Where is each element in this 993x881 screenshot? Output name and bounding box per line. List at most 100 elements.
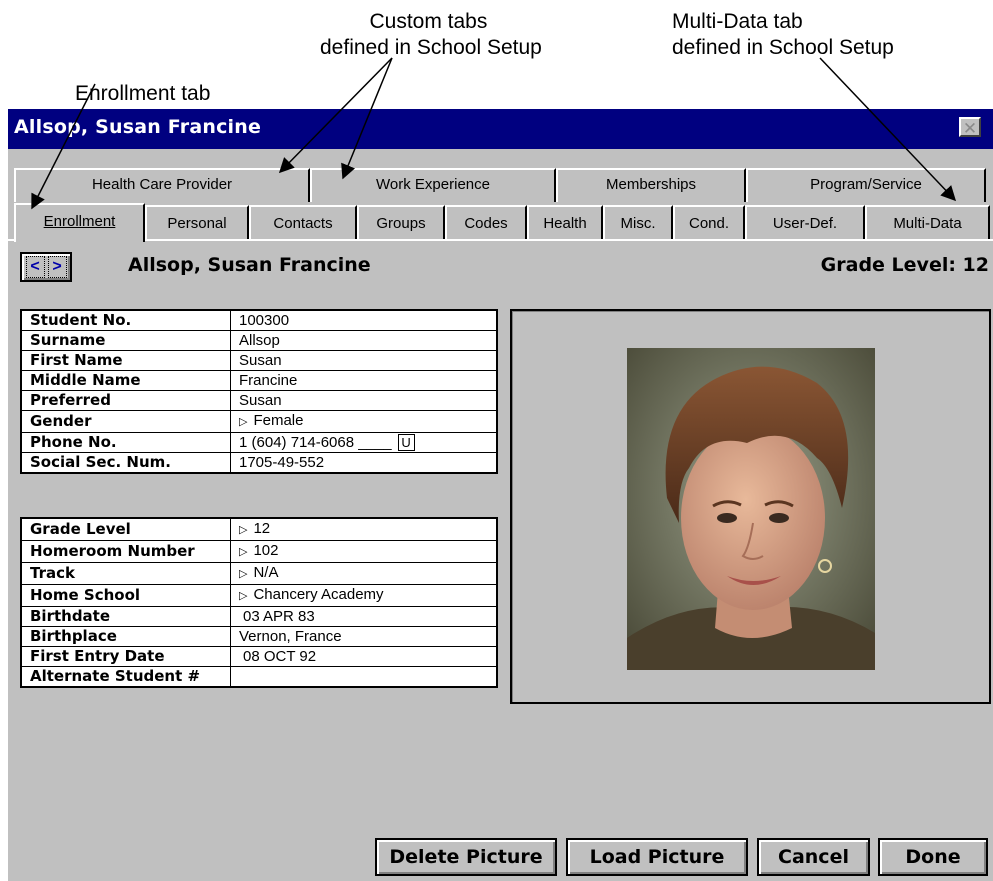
homeroom-value: 102 [253,542,279,559]
table-row: First Entry Date 08 OCT 92 [22,646,496,667]
cancel-button[interactable]: Cancel [757,838,870,876]
tab-cond[interactable]: Cond. [673,205,745,240]
track-dropdown[interactable]: ▷ N/A [230,562,496,585]
tab-work-experience[interactable]: Work Experience [310,168,556,202]
annotation-enrollment-tab: Enrollment tab [75,82,211,105]
tab-personal[interactable]: Personal [145,205,249,240]
table-row: Birthdate 03 APR 83 [22,606,496,627]
annotation-multidata-tab-line1: Multi-Data tab [672,10,803,33]
field-label: Preferred [22,390,231,411]
field-label: Student No. [22,311,231,331]
home-school-value: Chancery Academy [253,586,384,603]
delete-picture-button[interactable]: Delete Picture [375,838,557,876]
field-label: Birthdate [22,606,231,627]
tab-enrollment-label: Enrollment [43,213,116,230]
dropdown-triangle-icon: ▷ [239,546,248,558]
annotation-custom-tabs-line2: defined in School Setup [320,36,542,59]
tab-codes[interactable]: Codes [445,205,527,240]
social-security-field[interactable]: 1705-49-552 [231,453,497,473]
student-number-field[interactable]: 100300 [230,311,496,331]
surname-field[interactable]: Allsop [230,330,496,351]
previous-record-icon[interactable]: < [25,256,45,278]
student-name-heading: Allsop, Susan Francine [128,254,371,276]
tab-groups[interactable]: Groups [357,205,445,240]
table-row: Alternate Student # [22,666,497,687]
tab-program-service[interactable]: Program/Service [746,168,986,202]
window-title: Allsop, Susan Francine [14,116,262,138]
close-button[interactable]: ✕ [959,117,981,138]
table-row: Grade Level ▷ 12 [22,519,496,541]
field-label: Social Sec. Num. [22,452,231,472]
tab-multi-data[interactable]: Multi-Data [865,205,990,240]
student-picture-frame [510,309,991,704]
field-label: Middle Name [22,370,231,391]
table-row: Student No. 100300 [22,311,496,331]
tab-enrollment[interactable]: Enrollment [14,203,145,242]
field-label: Surname [22,330,231,351]
tab-contacts[interactable]: Contacts [249,205,357,240]
middle-name-field[interactable]: Francine [230,370,496,391]
track-value: N/A [253,564,279,581]
dropdown-triangle-icon: ▷ [239,524,248,536]
table-row: Preferred Susan [22,390,496,411]
record-nav-button[interactable]: < > [20,252,72,282]
table-row: Home School ▷ Chancery Academy [22,584,496,607]
field-label: First Entry Date [22,646,231,667]
tab-misc[interactable]: Misc. [603,205,673,240]
phone-field[interactable]: 1 (604) 714-6068 ____ U [230,432,496,453]
annotation-multidata-tab: Multi-Data tab defined in School Setup [672,9,894,61]
tab-user-def[interactable]: User-Def. [745,205,865,240]
field-label: Homeroom Number [22,540,231,563]
grade-level-dropdown[interactable]: ▷ 12 [230,519,496,541]
annotation-custom-tabs: Custom tabs defined in School Setup [320,9,542,61]
field-label: Gender [22,410,231,433]
load-picture-button[interactable]: Load Picture [566,838,748,876]
table-row: Birthplace Vernon, France [22,626,496,647]
birthplace-field[interactable]: Vernon, France [230,626,496,647]
grade-level-heading: Grade Level: 12 [820,254,989,276]
birthdate-field[interactable]: 03 APR 83 [230,606,496,627]
title-bar: Allsop, Susan Francine ✕ [8,109,993,149]
identity-fields-table: Student No. 100300 Surname Allsop First Na… [20,309,498,474]
student-window: Allsop, Susan Francine ✕ Health Care Pro… [8,109,993,881]
tab-health-care-provider[interactable]: Health Care Provider [14,168,310,202]
tab-divider-line [8,239,993,241]
first-name-field[interactable]: Susan [230,350,496,371]
field-label: Grade Level [22,519,231,541]
homeroom-dropdown[interactable]: ▷ 102 [230,540,496,563]
field-label: First Name [22,350,231,371]
table-row: Phone No. 1 (604) 714-6068 ____ U [22,432,496,453]
home-school-dropdown[interactable]: ▷ Chancery Academy [230,584,496,607]
gender-dropdown[interactable]: ▷ Female [230,410,496,433]
dropdown-triangle-icon: ▷ [239,568,248,580]
student-photo-image [627,348,875,670]
dropdown-triangle-icon: ▷ [239,590,248,602]
grade-level-value: 12 [253,520,271,537]
close-icon: ✕ [962,119,978,138]
next-record-icon[interactable]: > [47,256,67,278]
enrollment-fields-table: Grade Level ▷ 12 Homeroom Number ▷ 102 Track… [20,517,498,688]
field-label: Home School [22,584,231,607]
tab-health[interactable]: Health [527,205,603,240]
table-row: Social Sec. Num. 1705-49-552 [22,452,497,473]
alternate-student-number-field[interactable] [231,667,497,687]
phone-value: 1 (604) 714-6068 ____ [239,434,392,451]
field-label: Alternate Student # [22,666,231,686]
table-row: First Name Susan [22,350,496,371]
field-label: Phone No. [22,432,231,453]
annotation-multidata-tab-line2: defined in School Setup [672,36,894,59]
first-entry-date-field[interactable]: 08 OCT 92 [230,646,496,667]
done-button[interactable]: Done [878,838,988,876]
table-row: Gender ▷ Female [22,410,496,433]
tab-memberships[interactable]: Memberships [556,168,746,202]
table-row: Surname Allsop [22,330,496,351]
table-row: Track ▷ N/A [22,562,496,585]
preferred-name-field[interactable]: Susan [230,390,496,411]
gender-value: Female [253,412,304,429]
unlisted-flag-checkbox[interactable]: U [397,434,415,451]
annotation-custom-tabs-line1: Custom tabs [369,10,488,33]
student-photo [627,348,875,670]
field-label: Birthplace [22,626,231,647]
dropdown-triangle-icon: ▷ [239,416,248,428]
table-row: Homeroom Number ▷ 102 [22,540,496,563]
